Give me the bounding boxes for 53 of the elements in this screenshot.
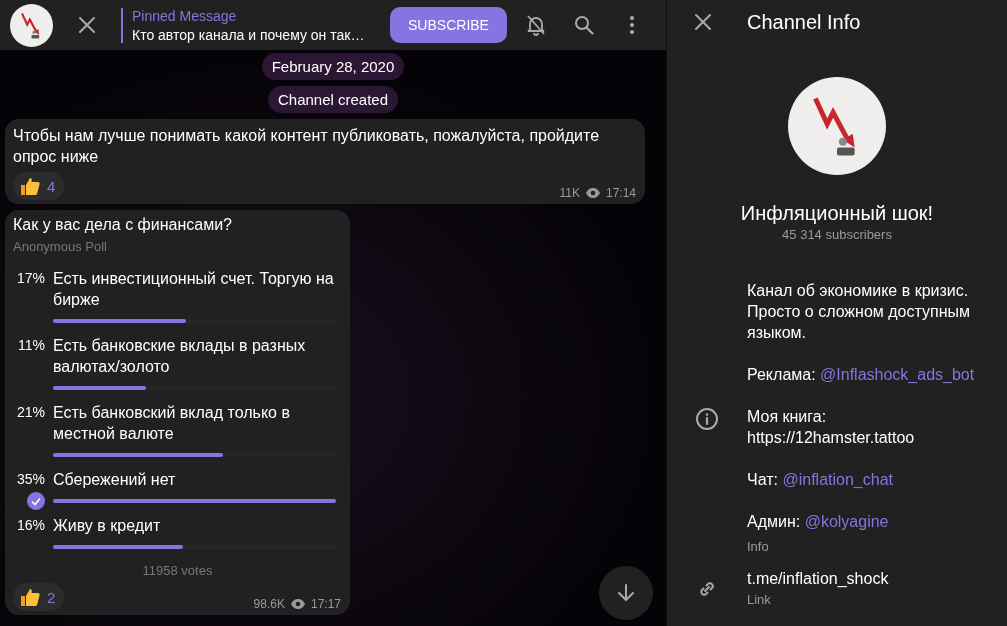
option-percent: 35% [15, 470, 46, 489]
subscribe-button[interactable]: SUBSCRIBE [390, 7, 507, 43]
view-count: 98.6K [253, 597, 285, 611]
reaction-button[interactable]: 4 [13, 172, 65, 200]
service-message: Channel created [267, 86, 399, 113]
info-icon [695, 406, 719, 431]
poll-type: Anonymous Poll [13, 239, 108, 254]
option-text: Живу в кредит [53, 516, 162, 536]
more-icon [629, 15, 635, 35]
eye-icon [289, 598, 306, 610]
pinned-message[interactable]: Pinned Message Кто автор канала и почему он так… [121, 7, 378, 43]
muted-bell-icon [524, 13, 548, 37]
field-label: Info [747, 538, 770, 556]
option-percent: 16% [15, 516, 46, 535]
option-text: Сбережений нет [53, 470, 177, 490]
channel-link[interactable]: t.me/inflation_shock [747, 570, 1007, 588]
message-time: 17:17 [310, 597, 341, 611]
option-percent: 17% [15, 269, 46, 288]
vote-count: 11958 votes [141, 563, 214, 578]
search-icon [573, 14, 595, 36]
thumbs-up-icon [19, 586, 41, 608]
message-time: 17:14 [605, 186, 636, 200]
pinned-title: Pinned Message [132, 7, 238, 24]
field-label: Link [747, 592, 772, 607]
close-icon [693, 12, 713, 32]
reaction-button[interactable]: 2 [13, 583, 65, 611]
option-text: Есть инвестиционный счет. Торгую на бирже [53, 269, 335, 310]
close-icon [77, 15, 97, 35]
description-text: Админ: @kolyagine [747, 512, 890, 532]
thumbs-up-icon [19, 175, 41, 197]
channel-avatar [10, 3, 53, 47]
option-text: Есть банковские вклады в разных валютах/золото [53, 336, 307, 377]
description-text: Реклама: @Inflashock_ads_bot [747, 365, 976, 385]
reaction-count: 4 [47, 177, 56, 195]
pinned-text: Кто автор канала и почему он так… [132, 26, 366, 43]
mention-link[interactable]: @Inflashock_ads_bot [820, 366, 975, 383]
option-text: Есть банковский вклад только в местной валюте [53, 403, 291, 444]
mention-link[interactable]: @inflation_chat [782, 471, 893, 488]
view-count: 11K [559, 186, 580, 200]
panel-title: Channel Info [747, 10, 861, 34]
mention-link[interactable]: @kolyagine [804, 513, 889, 530]
description-text: Чат: @inflation_chat [747, 470, 894, 490]
service-message: February 28, 2020 [261, 53, 405, 80]
channel-name: Инфляционный шок! [740, 202, 934, 225]
option-percent: 11% [17, 336, 46, 355]
eye-icon [584, 187, 601, 199]
option-percent: 21% [15, 403, 46, 422]
reaction-count: 2 [47, 588, 56, 606]
poll-question: Как у вас дела с финансами? [13, 216, 233, 234]
message-text: Чтобы нам лучше понимать какой контент публиковать, пожалуйста, пройдите опрос ниже [13, 126, 601, 167]
description-text: Канал об экономике в кризис. Просто о сложном доступным языком. [747, 281, 971, 343]
subscriber-count: 45 314 subscribers [782, 227, 892, 242]
description-text: Моя книга: https://12hamster.tattoo [747, 407, 916, 448]
